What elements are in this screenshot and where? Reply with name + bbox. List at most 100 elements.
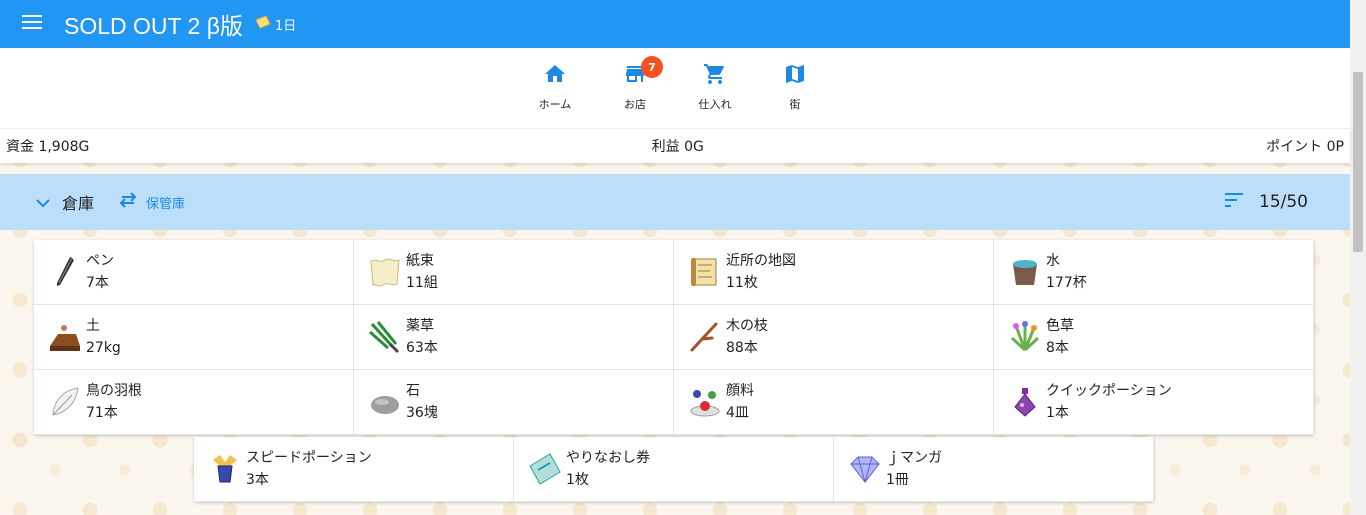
item-quantity: 3本	[246, 472, 269, 488]
item-card[interactable]: 石 36塊	[354, 370, 674, 435]
item-card[interactable]: 水 177杯	[994, 240, 1314, 305]
item-quantity: 11枚	[726, 275, 758, 291]
item-grid-last-row: スピードポーション 3本 やりなおし券 1枚 ｊマンガ 1冊	[194, 437, 1154, 502]
nav-purchase-label: 仕入れ	[698, 98, 732, 111]
sort-icon[interactable]	[1225, 192, 1245, 213]
nav-home-label: ホーム	[538, 98, 572, 111]
app-bar: SOLD OUT 2 β版 1日	[0, 0, 1350, 48]
storage-switch-button[interactable]: 保管庫	[118, 192, 185, 212]
day-indicator: 1日	[255, 15, 296, 34]
feather-icon	[48, 385, 82, 419]
item-card[interactable]: 紙束 11組	[354, 240, 674, 305]
item-quantity: 63本	[406, 340, 438, 356]
pigment-icon	[688, 385, 722, 419]
nav-town[interactable]: 街	[755, 48, 835, 128]
chevron-down-icon	[36, 193, 50, 212]
item-quantity: 88本	[726, 340, 758, 356]
item-name: やりなおし券	[566, 450, 650, 466]
pen-icon	[48, 255, 82, 289]
item-card[interactable]: ペン 7本	[34, 240, 354, 305]
swap-icon	[118, 192, 138, 212]
item-card[interactable]: 木の枝 88本	[674, 305, 994, 370]
item-name: スピードポーション	[246, 450, 372, 466]
item-quantity: 1枚	[566, 472, 589, 488]
water-bucket-icon	[1008, 255, 1042, 289]
item-quantity: 4皿	[726, 405, 749, 421]
item-text: 顔料 4皿	[726, 380, 754, 424]
speed-potion-icon	[208, 452, 242, 486]
item-card[interactable]: 近所の地図 11枚	[674, 240, 994, 305]
branch-icon	[688, 320, 722, 354]
funds-value: 資金 1,908G	[6, 139, 90, 155]
item-text: やりなおし券 1枚	[566, 447, 650, 491]
item-text: ｊマンガ 1冊	[886, 447, 942, 491]
item-name: 水	[1046, 253, 1060, 269]
map-scroll-icon	[688, 255, 722, 289]
home-icon	[541, 62, 569, 90]
item-quantity: 7本	[86, 275, 109, 291]
main-nav: ホーム 7 お店 仕入れ 街	[0, 48, 1350, 128]
item-quantity: 1冊	[886, 472, 909, 488]
warehouse-title: 倉庫	[62, 194, 95, 213]
item-quantity: 27kg	[86, 340, 121, 356]
menu-button[interactable]	[0, 0, 64, 48]
item-card[interactable]: クイックポーション 1本	[994, 370, 1314, 435]
item-card[interactable]: 色草 8本	[994, 305, 1314, 370]
quick-potion-icon	[1008, 385, 1042, 419]
item-text: 石 36塊	[406, 380, 438, 424]
nav-store[interactable]: 7 お店	[595, 48, 675, 128]
nav-town-label: 街	[789, 98, 801, 111]
item-quantity: 11組	[406, 275, 438, 291]
cart-icon	[701, 62, 729, 90]
paper-bundle-icon	[368, 255, 402, 289]
item-card[interactable]: 鳥の羽根 71本	[34, 370, 354, 435]
item-name: 近所の地図	[726, 253, 796, 269]
item-text: 鳥の羽根 71本	[86, 380, 142, 424]
points-value: ポイント 0P	[1266, 139, 1344, 155]
item-text: 紙束 11組	[406, 250, 438, 294]
item-card[interactable]: スピードポーション 3本	[194, 437, 514, 502]
day-label: 1日	[274, 18, 297, 34]
item-quantity: 36塊	[406, 405, 438, 421]
item-quantity: 1本	[1046, 405, 1069, 421]
item-quantity: 177杯	[1046, 275, 1087, 291]
app-title: SOLD OUT 2 β版	[64, 13, 243, 39]
item-card[interactable]: やりなおし券 1枚	[514, 437, 834, 502]
item-text: ペン 7本	[86, 250, 114, 294]
item-card[interactable]: 薬草 63本	[354, 305, 674, 370]
nav-purchase[interactable]: 仕入れ	[675, 48, 755, 128]
warehouse-meta: 15/50	[1225, 192, 1308, 213]
map-icon	[781, 62, 809, 90]
item-card[interactable]: 土 27kg	[34, 305, 354, 370]
item-name: ペン	[86, 253, 114, 269]
scrollbar-thumb[interactable]	[1353, 72, 1363, 252]
soil-icon	[48, 320, 82, 354]
herb-icon	[368, 320, 402, 354]
nav-home[interactable]: ホーム	[515, 48, 595, 128]
item-name: 色草	[1046, 318, 1074, 334]
scrollbar[interactable]	[1350, 0, 1366, 515]
item-text: 水 177杯	[1046, 250, 1087, 294]
item-text: クイックポーション 1本	[1046, 380, 1172, 424]
stats-bar: 資金 1,908G 利益 0G ポイント 0P	[0, 128, 1350, 163]
profit-value: 利益 0G	[651, 139, 704, 155]
item-name: 紙束	[406, 253, 434, 269]
item-quantity: 8本	[1046, 340, 1069, 356]
warehouse-toggle[interactable]: 倉庫	[36, 190, 94, 214]
item-name: 薬草	[406, 318, 434, 334]
nav-store-label: お店	[624, 98, 646, 111]
storage-label: 保管庫	[146, 196, 186, 212]
item-card[interactable]: ｊマンガ 1冊	[834, 437, 1154, 502]
item-card[interactable]: 顔料 4皿	[674, 370, 994, 435]
item-name: クイックポーション	[1046, 383, 1172, 399]
item-name: 木の枝	[726, 318, 768, 334]
ticket-icon	[255, 15, 275, 32]
gem-icon	[848, 452, 882, 486]
item-text: 近所の地図 11枚	[726, 250, 796, 294]
warehouse-header: 倉庫 保管庫 15/50	[0, 174, 1350, 230]
item-name: 顔料	[726, 383, 754, 399]
retry-ticket-icon	[528, 452, 562, 486]
item-text: スピードポーション 3本	[246, 447, 372, 491]
item-grid: ペン 7本 紙束 11組 近所の地図 11枚 水 177杯土 27kg 薬草 63本 木の枝 88本 色草…	[34, 240, 1314, 435]
item-name: 石	[406, 383, 420, 399]
